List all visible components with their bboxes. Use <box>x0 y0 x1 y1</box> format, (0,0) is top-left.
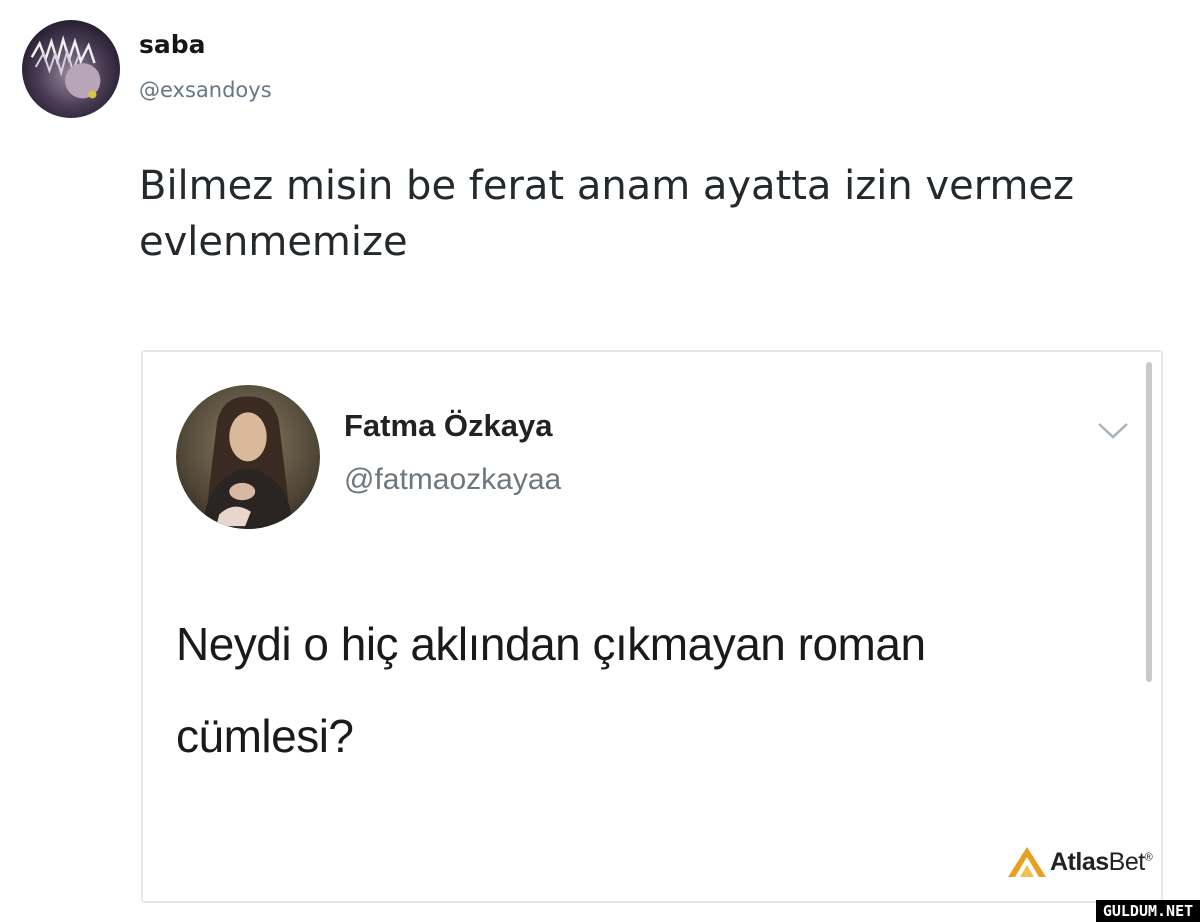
avatar[interactable] <box>22 20 120 118</box>
quoted-tweet-text: Neydi o hiç aklından çıkmayan roman cüml… <box>176 618 926 762</box>
quoted-avatar[interactable] <box>176 385 320 529</box>
scrollbar[interactable] <box>1146 362 1152 682</box>
tweet-text: Bilmez misin be ferat anam ayatta izin v… <box>139 163 1075 265</box>
watermark: GULDUM.NET <box>1096 900 1200 922</box>
quoted-author-handle[interactable]: @fatmaozkayaa <box>344 463 561 497</box>
atlas-logo-text: AtlasBet® <box>1050 847 1153 876</box>
quoted-author-name[interactable]: Fatma Özkaya <box>344 408 553 444</box>
atlas-logo-icon <box>1008 847 1046 877</box>
chevron-down-icon[interactable] <box>1096 420 1130 442</box>
tweet-author-name[interactable]: saba <box>139 30 206 59</box>
atlasbet-logo: AtlasBet® <box>1004 842 1153 882</box>
tweet-author-handle[interactable]: @exsandoys <box>139 78 272 102</box>
